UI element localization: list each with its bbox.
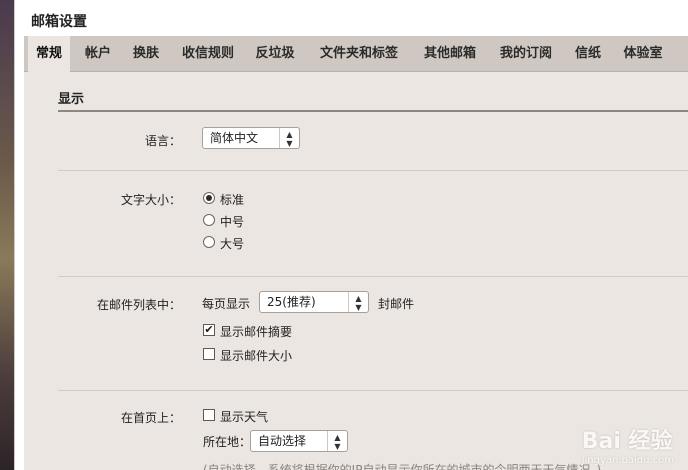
desktop-background <box>0 0 14 470</box>
per-page-prefix: 每页显示 <box>202 297 251 311</box>
tab-account[interactable]: 帐户 <box>80 36 116 72</box>
font-size-standard-label: 标准 <box>220 193 245 207</box>
select-arrows-icon: ▲ ▼ <box>348 292 368 312</box>
tab-skin[interactable]: 换肤 <box>128 36 164 72</box>
watermark-main: Bai 经验 <box>581 429 673 454</box>
language-label: 语言： <box>144 134 181 148</box>
select-arrows-icon: ▲ ▼ <box>327 431 347 451</box>
show-weather-checkbox[interactable] <box>203 409 215 421</box>
show-summary-label: 显示邮件摘要 <box>220 325 293 339</box>
show-weather-label: 显示天气 <box>220 410 269 424</box>
section-divider <box>58 110 688 112</box>
settings-window: 邮箱设置 常规 帐户 换肤 收信规则 反垃圾 文件夹和标签 其他邮箱 我的订阅 … <box>14 0 688 470</box>
font-size-standard-radio[interactable] <box>203 192 215 204</box>
row-divider <box>58 390 688 391</box>
show-size-label: 显示邮件大小 <box>220 349 293 363</box>
show-summary-checkbox[interactable]: ✔ <box>203 324 215 336</box>
font-size-large-radio[interactable] <box>203 236 215 248</box>
location-label: 所在地： <box>203 435 252 449</box>
tab-mail-rules[interactable]: 收信规则 <box>176 36 240 72</box>
font-size-medium-label: 中号 <box>220 215 245 229</box>
per-page-suffix: 封邮件 <box>378 297 415 311</box>
tab-other-mailboxes[interactable]: 其他邮箱 <box>418 36 482 72</box>
tab-folders-labels[interactable]: 文件夹和标签 <box>312 36 406 72</box>
row-divider <box>58 276 688 277</box>
watermark-sub: jingyan.baidu.com <box>581 455 674 466</box>
tab-anti-spam[interactable]: 反垃圾 <box>250 36 300 72</box>
settings-panel: 常规 帐户 换肤 收信规则 反垃圾 文件夹和标签 其他邮箱 我的订阅 信纸 体验… <box>24 36 688 470</box>
section-title-display: 显示 <box>58 92 85 107</box>
watermark-logo: Bai 经验 jingyan.baidu.com <box>582 423 674 466</box>
tab-bar: 常规 帐户 换肤 收信规则 反垃圾 文件夹和标签 其他邮箱 我的订阅 信纸 体验… <box>24 36 688 73</box>
font-size-medium-radio[interactable] <box>203 214 215 226</box>
homepage-label: 在首页上： <box>120 411 181 425</box>
tab-general[interactable]: 常规 <box>28 36 70 73</box>
language-select-value: 简体中文 <box>210 131 259 145</box>
tab-stationery[interactable]: 信纸 <box>570 36 606 72</box>
per-page-select[interactable]: 25(推荐) ▲ ▼ <box>259 291 369 313</box>
tab-subscriptions[interactable]: 我的订阅 <box>494 36 558 72</box>
show-size-checkbox[interactable] <box>203 348 215 360</box>
location-select[interactable]: 自动选择 ▲ ▼ <box>250 430 348 452</box>
location-select-value: 自动选择 <box>258 434 307 448</box>
mail-list-label: 在邮件列表中： <box>96 298 181 312</box>
per-page-select-value: 25(推荐) <box>267 295 316 309</box>
row-divider <box>58 170 688 171</box>
tab-lab[interactable]: 体验室 <box>618 36 668 72</box>
font-size-large-label: 大号 <box>220 237 245 251</box>
window-title: 邮箱设置 <box>31 14 87 30</box>
font-size-label: 文字大小： <box>120 193 181 207</box>
language-select[interactable]: 简体中文 ▲ ▼ <box>202 127 300 149</box>
weather-hint: (自动选择，系统将根据你的IP自动显示你所在的城市的今明两天天气情况。) <box>203 463 602 470</box>
select-arrows-icon: ▲ ▼ <box>279 128 299 148</box>
